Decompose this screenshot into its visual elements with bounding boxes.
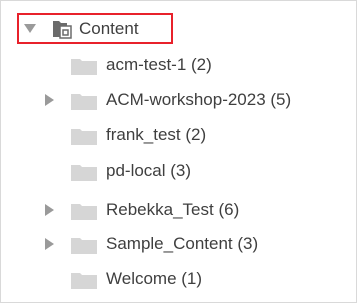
- folder-icon: [71, 127, 97, 145]
- tree-item-label[interactable]: Welcome (1): [106, 269, 202, 289]
- folder-icon: [71, 57, 97, 75]
- content-tree: Content acm-test-1 (2) ACM-workshop-2023…: [0, 0, 357, 303]
- tree-item-label[interactable]: pd-local (3): [106, 161, 191, 181]
- expand-triangle-icon[interactable]: [44, 93, 56, 107]
- tree-item[interactable]: pd-local (3): [0, 154, 357, 189]
- tree-item[interactable]: Sample_Content (3): [0, 227, 357, 262]
- tree-item[interactable]: frank_test (2): [0, 118, 357, 153]
- tree-item-label[interactable]: frank_test (2): [106, 125, 206, 145]
- folder-icon: [71, 271, 97, 289]
- tree-item[interactable]: Welcome (1): [0, 262, 357, 297]
- tree-item[interactable]: Rebekka_Test (6): [0, 193, 357, 228]
- folder-icon: [71, 202, 97, 220]
- collapse-triangle-icon[interactable]: [24, 22, 36, 36]
- tree-item[interactable]: ACM-workshop-2023 (5): [0, 83, 357, 118]
- tree-item-label[interactable]: acm-test-1 (2): [106, 55, 212, 75]
- tree-item[interactable]: acm-test-1 (2): [0, 48, 357, 83]
- expand-triangle-icon[interactable]: [44, 237, 56, 251]
- folder-icon: [71, 163, 97, 181]
- tree-item-label[interactable]: Sample_Content (3): [106, 234, 258, 254]
- folder-icon: [71, 92, 97, 110]
- root-label[interactable]: Content: [79, 19, 139, 39]
- content-library-icon: [51, 19, 73, 39]
- folder-icon: [71, 236, 97, 254]
- tree-item-label[interactable]: Rebekka_Test (6): [106, 200, 239, 220]
- tree-item-label[interactable]: ACM-workshop-2023 (5): [106, 90, 291, 110]
- expand-triangle-icon[interactable]: [44, 203, 56, 217]
